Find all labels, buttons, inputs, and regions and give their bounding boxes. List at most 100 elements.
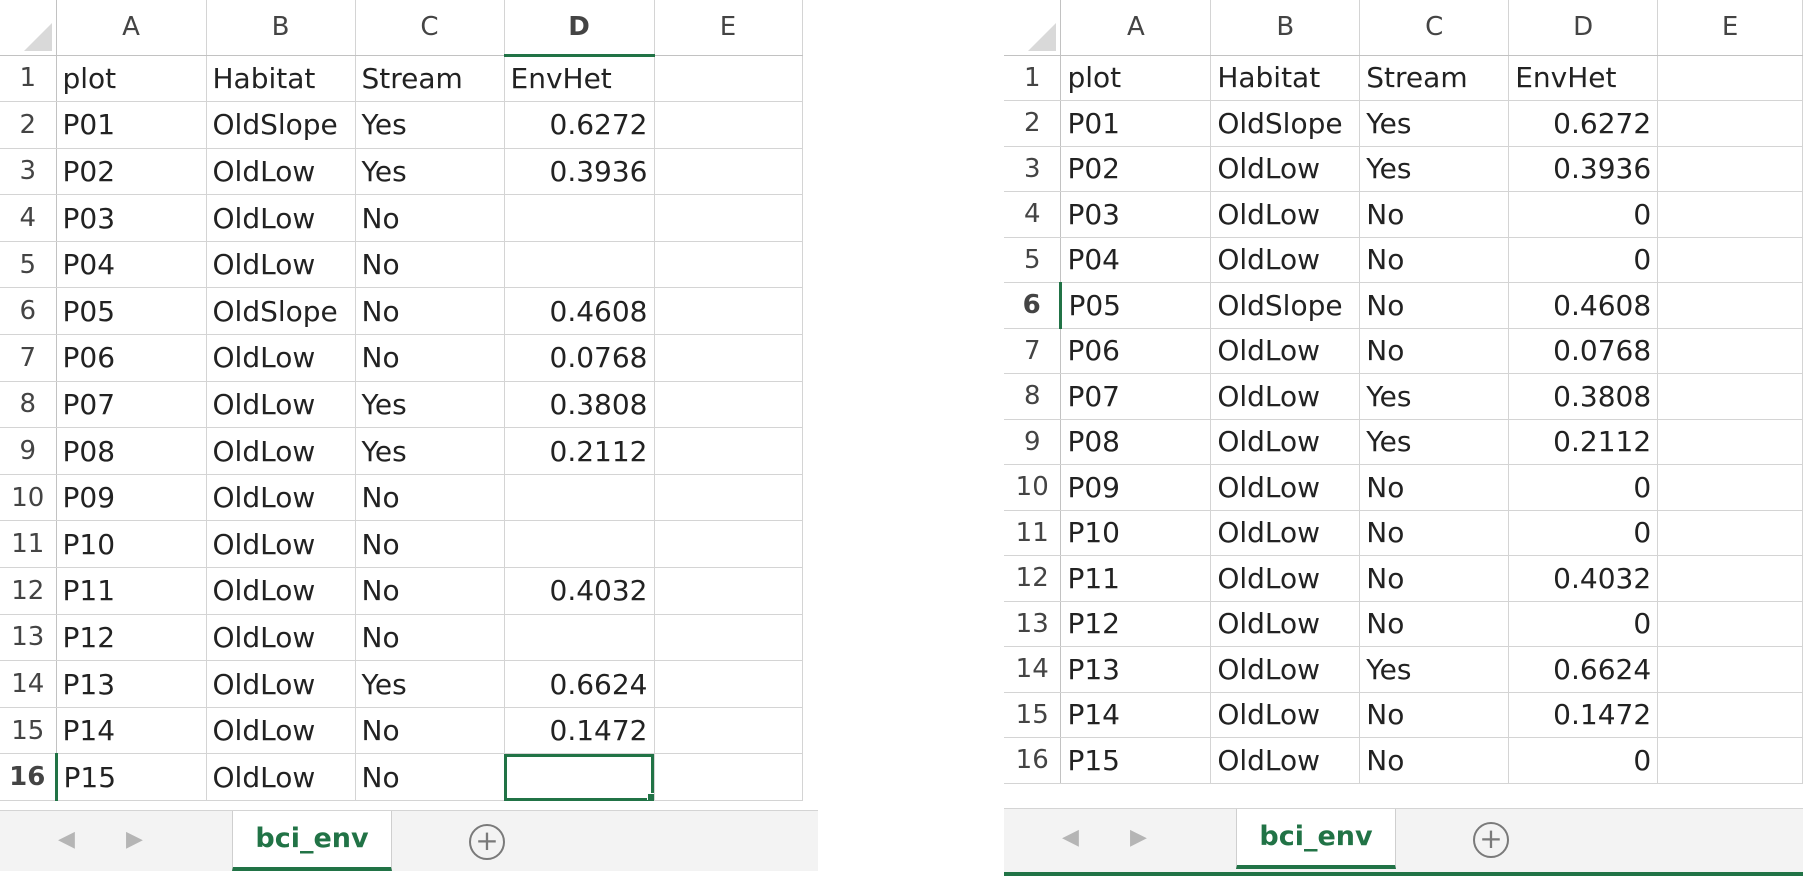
cell-b14[interactable]: OldLow <box>1210 646 1361 693</box>
cell-e12[interactable] <box>654 567 803 615</box>
row-header[interactable]: 6 <box>0 287 57 336</box>
row-header[interactable]: 2 <box>1004 100 1062 147</box>
row-header[interactable]: 1 <box>1004 55 1062 101</box>
cell-b3[interactable]: OldLow <box>1210 146 1361 192</box>
cell-a13[interactable]: P12 <box>56 614 207 662</box>
cell-b11[interactable]: OldLow <box>1210 510 1361 556</box>
column-header-d[interactable]: D <box>1508 0 1659 56</box>
cell-c10[interactable]: No <box>1359 464 1510 511</box>
cell-d2[interactable]: 0.6272 <box>504 101 655 149</box>
cell-d7[interactable]: 0.0768 <box>1508 328 1659 374</box>
row-header[interactable]: 7 <box>0 334 57 382</box>
cell-b7[interactable]: OldLow <box>1210 328 1361 374</box>
cell-b15[interactable]: OldLow <box>206 707 356 755</box>
cell-b6[interactable]: OldSlope <box>1210 282 1361 329</box>
row-header[interactable]: 15 <box>1004 692 1062 738</box>
cell-e15[interactable] <box>654 707 803 755</box>
column-header-a[interactable]: A <box>56 0 207 56</box>
row-header[interactable]: 14 <box>0 660 57 708</box>
cell-b9[interactable]: OldLow <box>1210 419 1361 465</box>
row-header[interactable]: 1 <box>0 55 57 103</box>
row-header[interactable]: 6 <box>1004 282 1063 329</box>
cell-d15[interactable]: 0.1472 <box>504 707 655 755</box>
row-header[interactable]: 7 <box>1004 328 1062 374</box>
cell-a5[interactable]: P04 <box>56 241 207 289</box>
cell-d7[interactable]: 0.0768 <box>504 334 655 382</box>
cell-d13[interactable]: 0 <box>1508 601 1659 647</box>
cell-e4[interactable] <box>1657 191 1803 238</box>
cell-d12[interactable]: 0.4032 <box>504 567 655 615</box>
cell-c14[interactable]: Yes <box>1359 646 1510 693</box>
row-header[interactable]: 15 <box>0 707 57 755</box>
cell-c12[interactable]: No <box>355 567 505 615</box>
cell-b5[interactable]: OldLow <box>1210 237 1361 283</box>
row-header[interactable]: 8 <box>1004 373 1062 420</box>
cell-b7[interactable]: OldLow <box>206 334 356 382</box>
row-header[interactable]: 2 <box>0 101 57 149</box>
cell-b8[interactable]: OldLow <box>206 381 356 429</box>
cell-a9[interactable]: P08 <box>56 427 207 475</box>
row-header[interactable]: 12 <box>0 567 57 615</box>
cell-a4[interactable]: P03 <box>1060 191 1212 238</box>
cell-c8[interactable]: Yes <box>1359 373 1510 420</box>
cell-b11[interactable]: OldLow <box>206 520 356 569</box>
cell-a4[interactable]: P03 <box>56 194 207 242</box>
cell-e8[interactable] <box>1657 373 1803 420</box>
cell-e5[interactable] <box>1657 237 1803 283</box>
cell-e1[interactable] <box>654 55 803 103</box>
cell-a2[interactable]: P01 <box>56 101 207 149</box>
cell-e12[interactable] <box>1657 555 1803 602</box>
row-header[interactable]: 10 <box>1004 464 1062 511</box>
select-all-corner[interactable] <box>1004 0 1062 56</box>
cell-e1[interactable] <box>1657 55 1803 101</box>
cell-b2[interactable]: OldSlope <box>1210 100 1361 147</box>
column-header-c[interactable]: C <box>355 0 505 56</box>
column-header-e[interactable]: E <box>654 0 803 56</box>
row-header[interactable]: 13 <box>1004 601 1062 647</box>
cell-d10[interactable]: 0 <box>1508 464 1659 511</box>
row-header[interactable]: 16 <box>0 753 58 801</box>
cell-b1[interactable]: Habitat <box>1210 55 1361 101</box>
cell-a16[interactable]: P15 <box>1060 737 1212 784</box>
cell-e13[interactable] <box>654 614 803 662</box>
cell-a10[interactable]: P09 <box>56 474 207 522</box>
cell-d4[interactable]: 0 <box>1508 191 1659 238</box>
cell-b3[interactable]: OldLow <box>206 148 356 196</box>
cell-d9[interactable]: 0.2112 <box>504 427 655 475</box>
sheet-tab-bci-env[interactable]: bci_env <box>1236 809 1396 869</box>
row-header[interactable]: 5 <box>1004 237 1062 283</box>
row-header[interactable]: 5 <box>0 241 57 289</box>
cell-e2[interactable] <box>654 101 803 149</box>
cell-b10[interactable]: OldLow <box>206 474 356 522</box>
cell-a15[interactable]: P14 <box>56 707 207 755</box>
cell-b5[interactable]: OldLow <box>206 241 356 289</box>
row-header[interactable]: 10 <box>0 474 57 522</box>
cell-a3[interactable]: P02 <box>56 148 207 196</box>
cell-a16[interactable]: P15 <box>56 753 207 801</box>
cell-d10[interactable] <box>504 474 655 522</box>
row-header[interactable]: 9 <box>0 427 57 475</box>
cell-e4[interactable] <box>654 194 803 242</box>
cell-b4[interactable]: OldLow <box>206 194 356 242</box>
cell-e14[interactable] <box>1657 646 1803 693</box>
cell-d12[interactable]: 0.4032 <box>1508 555 1659 602</box>
cell-d1[interactable]: EnvHet <box>1508 55 1659 101</box>
cell-c1[interactable]: Stream <box>1359 55 1510 101</box>
cell-b10[interactable]: OldLow <box>1210 464 1361 511</box>
cell-d6[interactable]: 0.4608 <box>504 287 655 336</box>
chevron-left-icon[interactable]: ◀ <box>1062 825 1079 850</box>
cell-c15[interactable]: No <box>1359 692 1510 738</box>
cell-a1[interactable]: plot <box>56 55 207 103</box>
cell-a5[interactable]: P04 <box>1060 237 1212 283</box>
cell-a12[interactable]: P11 <box>1060 555 1212 602</box>
cell-e16[interactable] <box>654 753 803 801</box>
cell-d1[interactable]: EnvHet <box>504 55 655 103</box>
cell-a14[interactable]: P13 <box>1060 646 1212 693</box>
cell-a10[interactable]: P09 <box>1060 464 1212 511</box>
cell-a11[interactable]: P10 <box>56 520 207 569</box>
select-all-corner[interactable] <box>0 0 57 56</box>
cell-e9[interactable] <box>1657 419 1803 465</box>
cell-b16[interactable]: OldLow <box>206 753 356 801</box>
cell-c15[interactable]: No <box>355 707 505 755</box>
cell-e3[interactable] <box>654 148 803 196</box>
